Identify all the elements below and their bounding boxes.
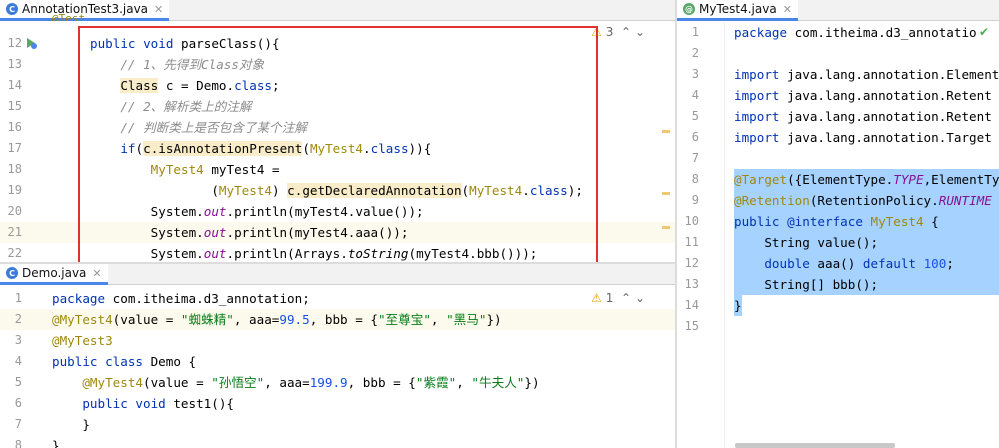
code-line-12: double aaa() default 100; <box>764 256 954 271</box>
code-line-15: // 2、解析类上的注解 <box>90 99 252 114</box>
line-number: 22 <box>7 246 22 260</box>
code-line-19: (MyTest4) c.getDeclaredAnnotation(MyTest… <box>90 183 583 198</box>
class-icon: C <box>6 3 18 15</box>
line-number: 7 <box>14 417 22 431</box>
code-line-17: if(c.isAnnotationPresent(MyTest4.class))… <box>120 141 432 156</box>
code-line-13: String[] bbb(); <box>734 277 879 292</box>
scroll-marker <box>662 192 670 195</box>
code-line-18: MyTest4 myTest4 = <box>150 162 280 177</box>
annotation-icon: @ <box>683 3 695 15</box>
gutter <box>677 22 725 448</box>
line-number: 3 <box>14 333 22 347</box>
tab-mytest4[interactable]: @ MyTest4.java ✕ <box>677 0 798 21</box>
code-line-7: } <box>52 417 90 432</box>
close-icon[interactable]: ✕ <box>783 3 792 16</box>
code-line-8: @Target({ElementType.TYPE,ElementTy <box>734 172 999 187</box>
code-line-5: import java.lang.annotation.Retent <box>734 109 992 124</box>
tab-bar: C AnnotationTest3.java ✕ <box>0 0 675 21</box>
code-line-8: } <box>52 438 60 448</box>
editor-annotationtest3[interactable]: C AnnotationTest3.java ✕ @Test ⚠ 3 ⌃ ⌄ 1… <box>0 0 675 262</box>
line-number: 20 <box>7 204 22 218</box>
line-number: 8 <box>14 438 22 448</box>
line-number: 12 <box>7 36 22 50</box>
code-line-20: System.out.println(myTest4.value()); <box>90 204 424 219</box>
tab-label: Demo.java <box>22 266 87 280</box>
line-number: 14 <box>7 78 22 92</box>
editor-mytest4[interactable]: @ MyTest4.java ✕ ✔ 1 package com.itheima… <box>677 0 999 448</box>
line-number: 21 <box>7 225 22 239</box>
line-number: 2 <box>14 312 22 326</box>
line-number: 1 <box>14 291 22 305</box>
scroll-marker <box>662 130 670 133</box>
tab-bar: @ MyTest4.java ✕ <box>677 0 999 21</box>
line-number: 4 <box>14 354 22 368</box>
code-line-3: import java.lang.annotation.Element <box>734 67 999 82</box>
code-line-4: public class Demo { <box>52 354 197 369</box>
line-number: 13 <box>7 57 22 71</box>
editor-demo[interactable]: C Demo.java ✕ ⚠ 1 ⌃ ⌄ 1 package com.ithe… <box>0 264 675 448</box>
tab-label: MyTest4.java <box>699 2 777 16</box>
line-number: 6 <box>14 396 22 410</box>
tab-demo[interactable]: C Demo.java ✕ <box>0 264 108 285</box>
code-line-10: public @interface MyTest4 { <box>734 214 939 229</box>
code-line-2: @MyTest4(value = "蜘蛛精", aaa=99.5, bbb = … <box>52 312 502 327</box>
run-gutter-icon[interactable] <box>24 36 38 50</box>
line-number: 18 <box>7 162 22 176</box>
code-line-14: Class c = Demo.class; <box>120 78 280 93</box>
line-number: 19 <box>7 183 22 197</box>
code-line-6: import java.lang.annotation.Target <box>734 130 992 145</box>
line-number: 16 <box>7 120 22 134</box>
code-line-9: @Retention(RetentionPolicy.RUNTIME <box>734 193 992 208</box>
line-number: 5 <box>14 375 22 389</box>
scroll-marker <box>662 226 670 229</box>
close-icon[interactable]: ✕ <box>154 3 163 16</box>
partial-line: @Test <box>52 13 86 21</box>
code-line-13: // 1、先得到Class对象 <box>90 57 265 72</box>
code-line-6: public void test1(){ <box>82 396 234 411</box>
code-line-21: System.out.println(myTest4.aaa()); <box>90 225 409 240</box>
code-line-22: System.out.println(Arrays.toString(myTes… <box>90 246 538 261</box>
code-line-1: package com.itheima.d3_annotation; <box>52 291 310 306</box>
code-line-16: // 判断类上是否包含了某个注解 <box>90 120 307 135</box>
code-line-1: package com.itheima.d3_annotatio <box>734 25 977 40</box>
code-line-11: String value(); <box>734 235 879 250</box>
code-line-4: import java.lang.annotation.Retent <box>734 88 992 103</box>
class-icon: C <box>6 267 18 279</box>
line-number: 17 <box>7 141 22 155</box>
close-icon[interactable]: ✕ <box>92 267 101 280</box>
code-line-14: } <box>734 298 742 313</box>
tab-bar: C Demo.java ✕ <box>0 264 675 285</box>
code-line-12: public void parseClass(){ <box>90 36 280 51</box>
code-line-3: @MyTest3 <box>52 333 113 348</box>
line-number: 15 <box>7 99 22 113</box>
horizontal-scrollbar[interactable] <box>735 443 895 448</box>
code-line-5: @MyTest4(value = "孙悟空", aaa=199.9, bbb =… <box>82 375 540 390</box>
